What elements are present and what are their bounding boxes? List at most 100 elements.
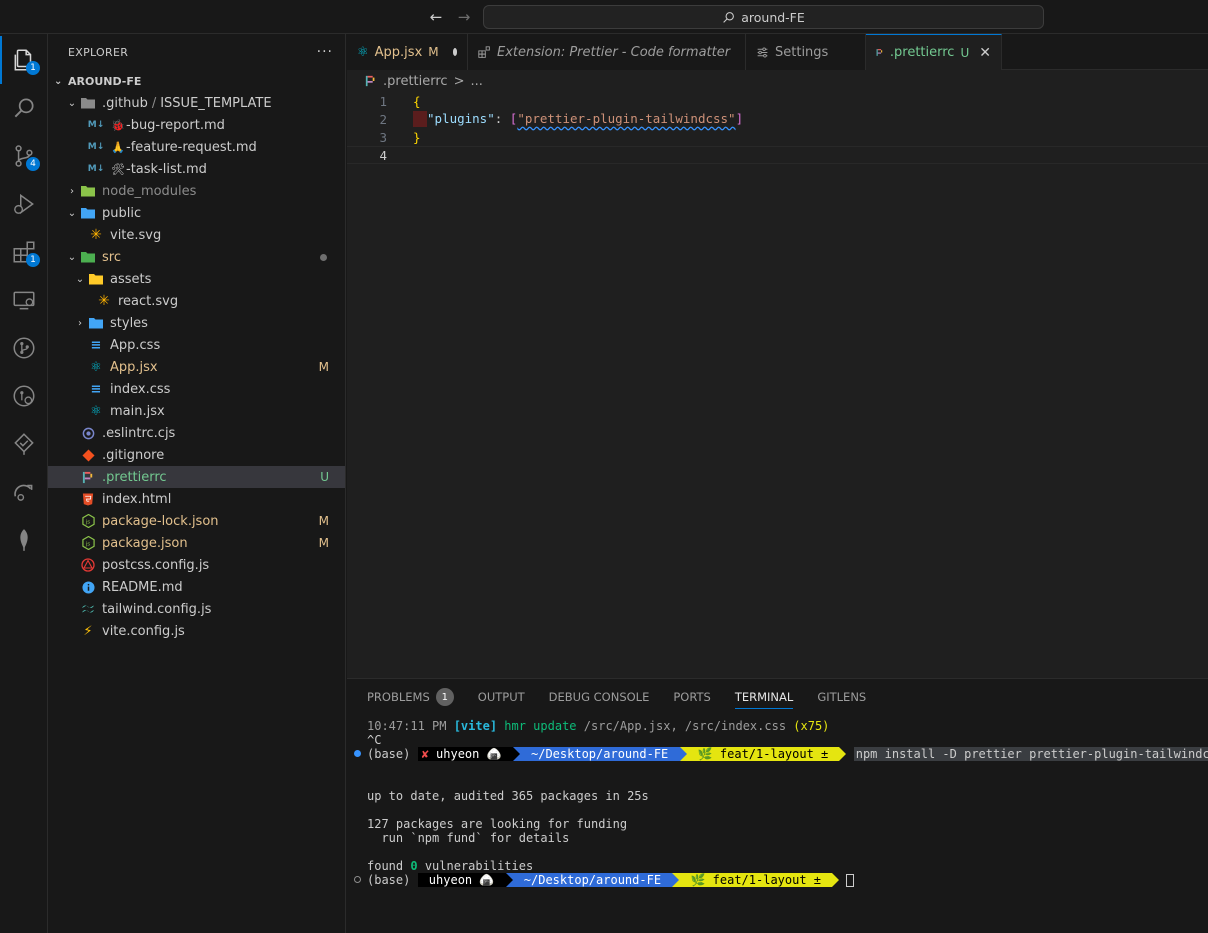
remote-activity[interactable] xyxy=(0,468,48,516)
gitlens-activity[interactable] xyxy=(0,372,48,420)
command-center-search[interactable]: around-FE xyxy=(483,5,1044,29)
command-status-dot[interactable] xyxy=(354,750,361,757)
tree-file-react-svg[interactable]: ✳ react.svg xyxy=(48,290,345,312)
more-actions-icon[interactable]: ··· xyxy=(317,44,333,60)
tailwind-icon xyxy=(80,601,96,617)
tab-settings[interactable]: Settings xyxy=(746,34,866,70)
breadcrumb-more[interactable]: ... xyxy=(470,74,482,89)
markdown-icon: M↓ xyxy=(87,142,105,152)
code-token: : xyxy=(494,110,510,126)
arrow-right-icon[interactable]: → xyxy=(454,7,474,27)
tree-file-main-jsx[interactable]: ⚛ main.jsx xyxy=(48,400,345,422)
term-text: found xyxy=(367,859,411,873)
prompt-separator xyxy=(672,873,680,887)
tab-ports[interactable]: PORTS xyxy=(673,679,710,715)
prompt-separator xyxy=(679,747,687,761)
code-token: { xyxy=(413,93,421,109)
mongodb-activity[interactable] xyxy=(0,516,48,564)
tree-file-vite-config[interactable]: ⚡ vite.config.js xyxy=(48,620,345,642)
tree-folder-src[interactable]: ⌄ src xyxy=(48,246,345,268)
tab-terminal[interactable]: TERMINAL xyxy=(734,679,794,715)
tree-folder-public[interactable]: ⌄ public xyxy=(48,202,345,224)
tab-problems[interactable]: PROBLEMS 1 xyxy=(367,679,454,715)
tree-file-task-list[interactable]: M↓ 🛠 -task-list.md xyxy=(48,158,345,180)
tree-label: App.jsx xyxy=(110,359,158,375)
folder-src-icon xyxy=(80,249,96,265)
workspace-root-label: AROUND-FE xyxy=(68,74,142,88)
tree-file-bug-report[interactable]: M↓ 🐞 -bug-report.md xyxy=(48,114,345,136)
term-text: uhyeon 🍙 xyxy=(428,747,509,761)
tree-file-readme[interactable]: README.md xyxy=(48,576,345,598)
search-activity[interactable] xyxy=(0,84,48,132)
term-text: 127 packages are looking for funding xyxy=(367,817,628,831)
gitlens-icon xyxy=(13,385,35,407)
tab-label: GITLENS xyxy=(817,690,867,704)
tab-output[interactable]: OUTPUT xyxy=(478,679,525,715)
tree-file-tailwind-config[interactable]: tailwind.config.js xyxy=(48,598,345,620)
close-icon[interactable]: ✕ xyxy=(979,45,991,61)
css-icon: ≡ xyxy=(90,381,102,397)
tree-file-postcss-config[interactable]: postcss.config.js xyxy=(48,554,345,576)
bottom-panel: PROBLEMS 1 OUTPUT DEBUG CONSOLE PORTS TE… xyxy=(347,678,1208,933)
tree-file-app-jsx[interactable]: ⚛ App.jsx M xyxy=(48,356,345,378)
tree-file-gitignore[interactable]: .gitignore xyxy=(48,444,345,466)
extensions-activity[interactable]: 1 xyxy=(0,228,48,276)
remote-explorer-activity[interactable] xyxy=(0,276,48,324)
tree-folder-node-modules[interactable]: › node_modules xyxy=(48,180,345,202)
css-icon: ≡ xyxy=(90,337,102,353)
tree-file-feature-request[interactable]: M↓ 🙏 -feature-request.md xyxy=(48,136,345,158)
terminal-line: up to date, audited 365 packages in 25s xyxy=(347,789,1208,803)
tree-folder-assets[interactable]: ⌄ assets xyxy=(48,268,345,290)
testing-activity[interactable] xyxy=(0,420,48,468)
command-status-dot[interactable] xyxy=(354,876,361,883)
tree-file-index-html[interactable]: index.html xyxy=(48,488,345,510)
chevron-down-icon: ⌄ xyxy=(54,75,63,87)
unsaved-dot[interactable] xyxy=(452,48,457,56)
tree-folder-github[interactable]: ⌄ .github / ISSUE_TEMPLATE xyxy=(48,92,345,114)
tree-file-package-lock[interactable]: js package-lock.json M xyxy=(48,510,345,532)
chevron-right-icon: › xyxy=(78,317,82,329)
terminal-line: 10:47:11 PM [vite] hmr update /src/App.j… xyxy=(347,719,1208,733)
term-text: [vite] xyxy=(453,719,498,733)
chevron-down-icon: ⌄ xyxy=(67,207,77,219)
tree-file-prettierrc[interactable]: .prettierrc U xyxy=(48,466,345,488)
tab-prettierrc[interactable]: .prettierrc U ✕ xyxy=(866,34,1002,70)
markdown-icon: M↓ xyxy=(87,164,105,174)
git-graph-activity[interactable] xyxy=(0,324,48,372)
workspace-root[interactable]: ⌄ AROUND-FE xyxy=(48,70,345,92)
tab-gitlens[interactable]: GITLENS xyxy=(817,679,866,715)
terminal-output[interactable]: 10:47:11 PM [vite] hmr update /src/App.j… xyxy=(347,719,1208,887)
nodejs-icon: js xyxy=(80,513,96,529)
tree-file-index-css[interactable]: ≡ index.css xyxy=(48,378,345,400)
eslint-icon xyxy=(80,425,96,441)
code-editor[interactable]: 1 { 2 "plugins": ["prettier-plugin-tailw… xyxy=(347,92,1208,678)
folder-node-icon xyxy=(80,183,96,199)
tree-label: index.html xyxy=(102,491,172,507)
terminal-prompt-line: (base) uhyeon 🍙 ~/Desktop/around-FE 🌿 fe… xyxy=(347,873,1208,887)
chevron-down-icon: ⌄ xyxy=(67,97,77,109)
arrow-left-icon[interactable]: ← xyxy=(426,7,446,27)
term-text: 10:47:11 PM xyxy=(367,719,454,733)
tree-file-eslintrc[interactable]: .eslintrc.cjs xyxy=(48,422,345,444)
term-text: hmr update xyxy=(497,719,584,733)
code-token: ] xyxy=(735,110,744,126)
editor-tab-bar: ⚛ App.jsx M Extension: Prettier - Code f… xyxy=(347,34,1208,70)
tree-file-vite-svg[interactable]: ✳ vite.svg xyxy=(48,224,345,246)
code-line-current: 4 xyxy=(347,146,1208,164)
breadcrumb-file[interactable]: .prettierrc xyxy=(383,74,448,89)
explorer-activity[interactable]: 1 xyxy=(0,36,48,84)
tab-extension-prettier[interactable]: Extension: Prettier - Code formatter xyxy=(468,34,746,70)
file-tree: ⌄ AROUND-FE ⌄ .github / ISSUE_TEMPLATE M… xyxy=(48,70,345,642)
source-control-activity[interactable]: 4 xyxy=(0,132,48,180)
tree-file-package-json[interactable]: js package.json M xyxy=(48,532,345,554)
term-text: /src/App.jsx, /src/index.css xyxy=(583,719,794,733)
tab-debug-console[interactable]: DEBUG CONSOLE xyxy=(549,679,650,715)
tree-file-app-css[interactable]: ≡ App.css xyxy=(48,334,345,356)
nav-arrows: ← → xyxy=(426,7,474,27)
tree-folder-styles[interactable]: › styles xyxy=(48,312,345,334)
tab-app-jsx[interactable]: ⚛ App.jsx M xyxy=(347,34,468,70)
run-debug-activity[interactable] xyxy=(0,180,48,228)
remote-explorer-icon xyxy=(13,291,35,310)
tab-label: PORTS xyxy=(673,690,711,704)
